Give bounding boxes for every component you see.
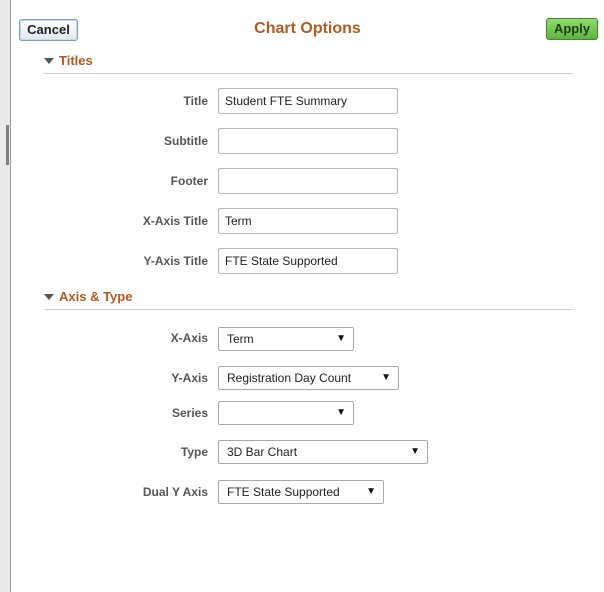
- titles-section-toggle[interactable]: Titles: [44, 53, 93, 71]
- chart-options-panel: Cancel Chart Options Apply Titles Title …: [11, 0, 604, 592]
- window-left-edge: [0, 0, 11, 592]
- x-axis-select-value: Term: [227, 332, 254, 346]
- type-select-value: 3D Bar Chart: [227, 445, 298, 459]
- apply-button[interactable]: Apply: [546, 18, 598, 40]
- dropdown-arrow-icon: ▼: [336, 333, 346, 344]
- dropdown-arrow-icon: ▼: [381, 372, 391, 383]
- footer-label: Footer: [170, 174, 208, 188]
- x-axis-label: X-Axis: [170, 331, 208, 345]
- x-axis-title-input[interactable]: [218, 208, 398, 234]
- axis-type-section-toggle[interactable]: Axis & Type: [44, 289, 132, 307]
- title-input[interactable]: [218, 88, 398, 114]
- y-axis-title-label: Y-Axis Title: [143, 254, 208, 268]
- section-divider: [44, 73, 573, 74]
- y-axis-title-input[interactable]: [218, 248, 398, 274]
- titles-section-heading: Titles: [59, 53, 93, 68]
- axis-type-section-heading: Axis & Type: [59, 289, 133, 304]
- subtitle-input[interactable]: [218, 128, 398, 154]
- dropdown-arrow-icon: ▼: [410, 446, 420, 457]
- dual-y-axis-select[interactable]: FTE State Supported ▼: [218, 480, 384, 504]
- title-label: Title: [183, 94, 208, 108]
- triangle-down-icon: [44, 57, 54, 64]
- subtitle-label: Subtitle: [164, 134, 208, 148]
- y-axis-select-value: Registration Day Count: [227, 371, 352, 385]
- x-axis-select[interactable]: Term ▼: [218, 327, 354, 351]
- y-axis-label: Y-Axis: [171, 371, 208, 385]
- dropdown-arrow-icon: ▼: [336, 407, 346, 418]
- dual-y-axis-select-value: FTE State Supported: [227, 485, 340, 499]
- series-select[interactable]: ▼: [218, 401, 354, 425]
- type-label: Type: [180, 445, 208, 459]
- dual-y-axis-label: Dual Y Axis: [142, 485, 208, 499]
- type-select[interactable]: 3D Bar Chart ▼: [218, 440, 428, 464]
- y-axis-select[interactable]: Registration Day Count ▼: [218, 366, 399, 390]
- series-label: Series: [171, 406, 208, 420]
- x-axis-title-label: X-Axis Title: [142, 214, 208, 228]
- page-title: Chart Options: [254, 20, 361, 37]
- panel-header: Cancel Chart Options Apply: [11, 0, 604, 48]
- footer-input[interactable]: [218, 168, 398, 194]
- dropdown-arrow-icon: ▼: [366, 486, 376, 497]
- triangle-down-icon: [44, 293, 54, 300]
- section-divider: [44, 309, 573, 310]
- background-mark: [6, 125, 9, 165]
